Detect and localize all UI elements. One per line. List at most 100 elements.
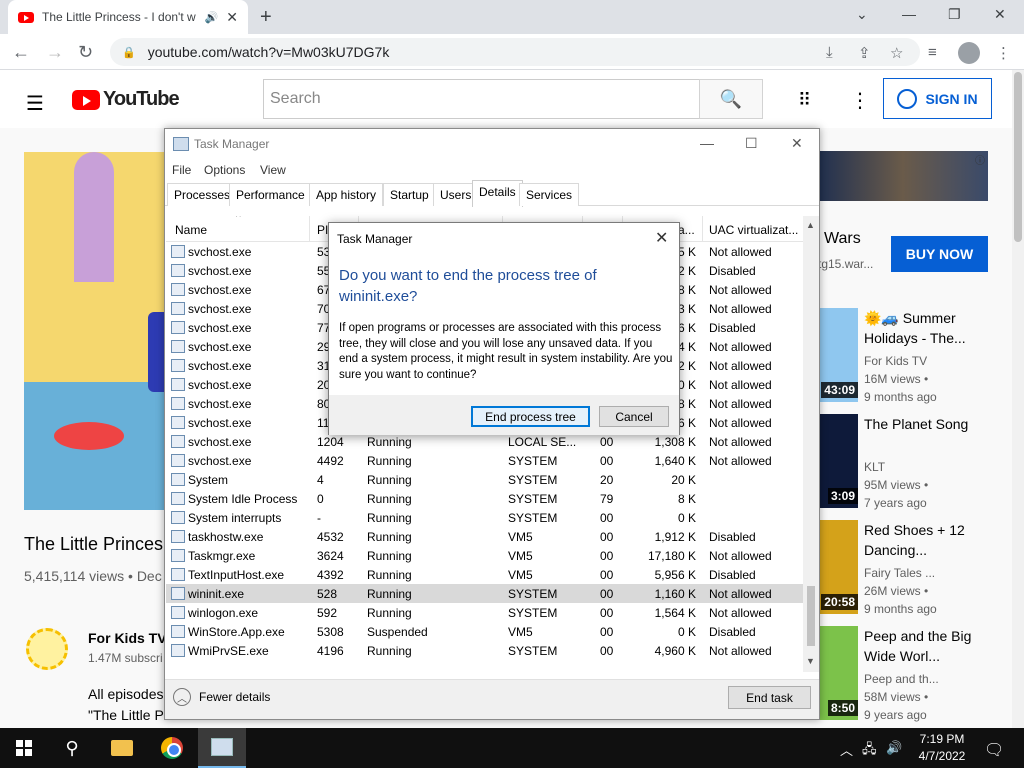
- close-window-icon[interactable]: ✕: [994, 6, 1006, 23]
- ad-title[interactable]: Wars: [824, 230, 861, 248]
- column-name[interactable]: Name: [175, 223, 207, 237]
- menu-file[interactable]: File: [172, 163, 191, 177]
- page-scrollbar[interactable]: [1012, 70, 1024, 728]
- chrome-taskbar-button[interactable]: [148, 728, 196, 768]
- recommendation-thumbnail[interactable]: 8:50: [818, 626, 858, 720]
- column-separator[interactable]: [309, 216, 310, 242]
- youtube-logo[interactable]: YouTube: [72, 88, 180, 111]
- tab-startup[interactable]: Startup: [383, 183, 436, 206]
- recommendation-channel[interactable]: KLT: [864, 458, 1014, 476]
- back-icon[interactable]: ←: [12, 42, 30, 63]
- recommendation-title[interactable]: 🌞🚙 Summer Holidays - The...: [864, 308, 984, 348]
- close-tab-icon[interactable]: ✕: [226, 9, 238, 26]
- menu-options[interactable]: Options: [204, 163, 245, 177]
- notifications-icon[interactable]: 🗨: [984, 740, 1004, 760]
- scroll-up-icon[interactable]: ▲: [806, 220, 815, 230]
- tab-performance[interactable]: Performance: [229, 183, 312, 206]
- table-row[interactable]: wininit.exe 528 Running SYSTEM 00 1,160 K Not …: [166, 584, 804, 603]
- search-taskbar-icon[interactable]: ⚲: [48, 728, 96, 768]
- table-row[interactable]: Taskmgr.exe 3624 Running VM5 00 17,180 K Not a…: [166, 546, 804, 565]
- dialog-close-icon[interactable]: ✕: [655, 228, 668, 248]
- restore-icon[interactable]: ❐: [948, 6, 961, 23]
- cell-cpu: 00: [600, 549, 614, 563]
- tab-app-history[interactable]: App history: [309, 183, 384, 206]
- table-row[interactable]: svchost.exe 4492 Running SYSTEM 00 1,640 K Not…: [166, 451, 804, 470]
- tab-processes[interactable]: Processes: [167, 183, 238, 206]
- end-process-tree-button[interactable]: End process tree: [471, 406, 590, 427]
- task-manager-titlebar[interactable]: Task Manager — ☐ ✕: [165, 129, 819, 159]
- channel-name[interactable]: For Kids TV: [88, 630, 167, 646]
- taskbar-clock[interactable]: 7:19 PM 4/7/2022: [916, 731, 968, 765]
- menu-view[interactable]: View: [260, 163, 286, 177]
- start-button[interactable]: [0, 728, 48, 768]
- recommendation-thumbnail[interactable]: 3:09: [818, 414, 858, 508]
- tab-services[interactable]: Services: [519, 183, 580, 206]
- apps-grid-icon[interactable]: ⠿: [798, 90, 811, 111]
- search-icon: 🔍: [719, 88, 743, 109]
- tm-maximize-icon[interactable]: ☐: [745, 135, 758, 152]
- column-separator[interactable]: [702, 216, 703, 242]
- reload-icon[interactable]: ↻: [78, 42, 93, 63]
- recommendation-thumbnail[interactable]: 43:09: [818, 308, 858, 402]
- fewer-details-link[interactable]: ︿ Fewer details: [173, 688, 270, 706]
- bookmark-star-icon[interactable]: ☆: [890, 44, 903, 62]
- search-button[interactable]: 🔍: [699, 79, 763, 119]
- recommendation-title[interactable]: Peep and the Big Wide Worl...: [864, 626, 984, 666]
- tm-minimize-icon[interactable]: —: [700, 135, 714, 151]
- install-icon[interactable]: ⤓: [826, 44, 833, 61]
- task-manager-taskbar-button[interactable]: [198, 728, 246, 768]
- table-row[interactable]: taskhostw.exe 4532 Running VM5 00 1,912 K Disa…: [166, 527, 804, 546]
- tm-close-icon[interactable]: ✕: [791, 135, 803, 152]
- share-icon[interactable]: ⇪: [858, 44, 871, 62]
- scroll-down-icon[interactable]: ▼: [806, 656, 815, 666]
- recommendation-channel[interactable]: For Kids TV: [864, 352, 1014, 370]
- hamburger-menu-icon[interactable]: ☰: [26, 91, 44, 116]
- forward-icon[interactable]: →: [46, 42, 64, 63]
- table-row[interactable]: WmiPrvSE.exe 4196 Running SYSTEM 00 4,960 K No…: [166, 641, 804, 660]
- table-row[interactable]: System 4 Running SYSTEM 20 20 K: [166, 470, 804, 489]
- buy-now-button[interactable]: BUY NOW: [891, 236, 988, 272]
- tab-search-icon[interactable]: ⌄: [856, 6, 868, 23]
- settings-dots-icon[interactable]: ⋮: [850, 88, 870, 113]
- page-scrollbar-thumb[interactable]: [1014, 72, 1022, 242]
- tm-vertical-scrollbar[interactable]: ▲ ▼: [803, 216, 819, 672]
- volume-icon[interactable]: 🔊: [886, 740, 902, 756]
- cell-mem: 1,308 K: [654, 435, 696, 449]
- table-row[interactable]: WinStore.App.exe 5308 Suspended VM5 00 0 K Dis…: [166, 622, 804, 641]
- recommendation-title[interactable]: Red Shoes + 12 Dancing...: [864, 520, 984, 560]
- network-icon[interactable]: 🖧: [862, 740, 877, 762]
- recommendation-thumbnail[interactable]: 20:58: [818, 520, 858, 614]
- recommendation-channel[interactable]: Fairy Tales ...: [864, 564, 1014, 582]
- sign-in-button[interactable]: SIGN IN: [883, 78, 992, 119]
- table-row[interactable]: System interrupts - Running SYSTEM 00 0 K: [166, 508, 804, 527]
- table-row[interactable]: winlogon.exe 592 Running SYSTEM 00 1,564 K Not…: [166, 603, 804, 622]
- new-tab-icon[interactable]: +: [260, 6, 272, 29]
- table-row[interactable]: System Idle Process 0 Running SYSTEM 79 8 K: [166, 489, 804, 508]
- tm-scrollbar-thumb[interactable]: [807, 586, 815, 646]
- cell-cpu: 00: [600, 587, 614, 601]
- lock-icon[interactable]: 🔒: [122, 46, 136, 59]
- search-input[interactable]: Search: [263, 79, 700, 119]
- tray-expand-icon[interactable]: ︿: [840, 740, 853, 759]
- channel-avatar[interactable]: [26, 628, 68, 670]
- recommendation-title[interactable]: The Planet Song: [864, 414, 984, 434]
- file-explorer-button[interactable]: [98, 728, 146, 768]
- recommendation-channel[interactable]: Peep and th...: [864, 670, 1014, 688]
- profile-avatar-icon[interactable]: [958, 42, 980, 64]
- column-memory[interactable]: a...: [678, 223, 702, 237]
- address-bar[interactable]: 🔒 youtube.com/watch?v=Mw03kU7DG7k: [110, 38, 920, 66]
- video-player[interactable]: [24, 152, 164, 510]
- minimize-icon[interactable]: —: [902, 6, 916, 22]
- ad-info-icon[interactable]: ⓘ: [975, 152, 985, 167]
- column-uac[interactable]: UAC virtualizat...: [709, 223, 801, 237]
- chrome-menu-icon[interactable]: ⋮: [996, 44, 1011, 62]
- recommendation-meta: Fairy Tales ... 26M views • 9 months ago: [864, 564, 1014, 618]
- tab-details[interactable]: Details: [472, 180, 523, 207]
- cancel-button[interactable]: Cancel: [599, 406, 669, 427]
- table-row[interactable]: TextInputHost.exe 4392 Running VM5 00 5,956 K…: [166, 565, 804, 584]
- end-task-button[interactable]: End task: [728, 686, 811, 709]
- ad-banner-image[interactable]: [818, 151, 988, 201]
- audio-playing-icon[interactable]: 🔊: [205, 11, 219, 24]
- media-control-icon[interactable]: ≡: [928, 44, 937, 61]
- browser-tab[interactable]: The Little Princess - I don't w 🔊 ✕: [8, 0, 248, 34]
